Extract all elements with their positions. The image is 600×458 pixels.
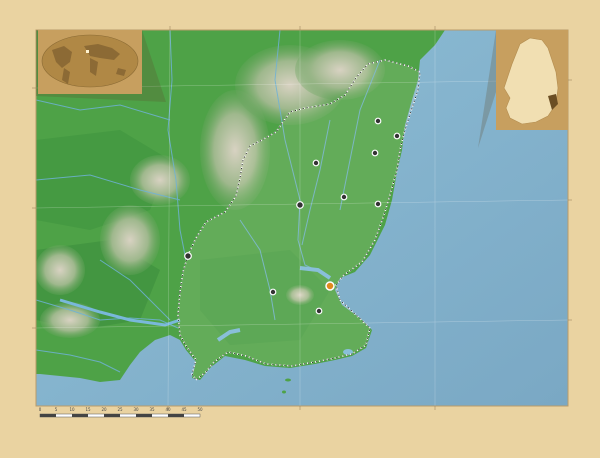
scale-tick-label: 25 <box>117 407 123 412</box>
scale-tick-label: 30 <box>133 407 139 412</box>
scale-tick-label: 0 <box>39 407 42 412</box>
scale-tick-label: 45 <box>181 407 187 412</box>
scale-tick-label: 20 <box>101 407 107 412</box>
scale-tick-label: 40 <box>165 407 171 412</box>
scale-tick-label: 5 <box>55 407 58 412</box>
scale-tick-label: 50 <box>197 407 203 412</box>
scale-tick-label: 35 <box>149 407 155 412</box>
scale-tick-label: 10 <box>69 407 75 412</box>
scale-tick-label: 15 <box>85 407 91 412</box>
scale-bar: 0 5 10 15 20 25 30 35 40 45 50 <box>39 407 203 418</box>
map-canvas: 0 5 10 15 20 25 30 35 40 45 50 <box>0 0 600 458</box>
